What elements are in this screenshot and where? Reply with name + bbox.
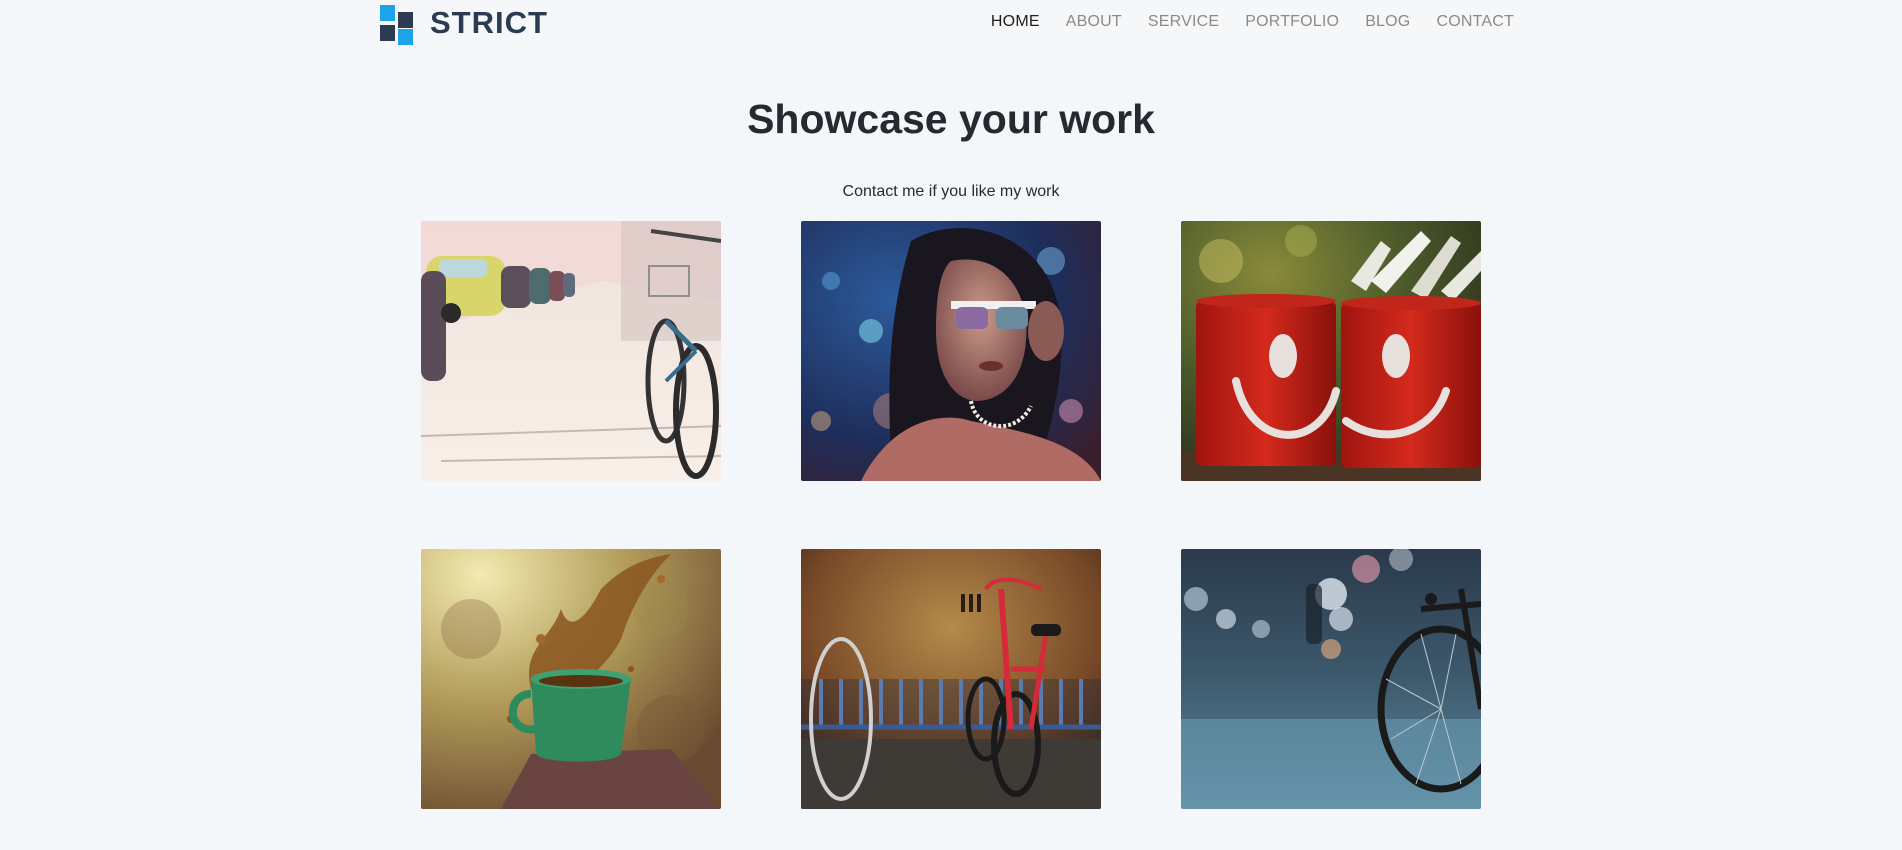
navbar: STRICT HOME ABOUT SERVICE PORTFOLIO BLOG… xyxy=(0,0,1902,48)
bicycle-street-photo xyxy=(421,221,721,481)
red-smiley-mugs-photo xyxy=(1181,221,1481,481)
page-title: Showcase your work xyxy=(747,96,1155,142)
gallery-item-bicycle-street[interactable] xyxy=(421,221,721,481)
brand-name: STRICT xyxy=(430,5,548,40)
nav-service-link[interactable]: SERVICE xyxy=(1135,13,1232,31)
nav-portfolio-link[interactable]: PORTFOLIO xyxy=(1232,13,1352,31)
gallery-item-red-bicycle[interactable] xyxy=(801,549,1101,809)
page-subtitle: Contact me if you like my work xyxy=(842,183,1060,200)
brand-logo-link[interactable]: STRICT xyxy=(380,4,548,45)
woman-sunglasses-photo xyxy=(801,221,1101,481)
nav-contact-link[interactable]: CONTACT xyxy=(1423,13,1514,31)
coffee-splash-mug-photo xyxy=(421,549,721,809)
main-menu: HOME ABOUT SERVICE PORTFOLIO BLOG CONTAC… xyxy=(978,13,1514,31)
gallery-item-bicycle-bokeh[interactable] xyxy=(1181,549,1481,809)
gallery-item-smiley-mugs[interactable] xyxy=(1181,221,1481,481)
gallery-item-woman-sunglasses[interactable] xyxy=(801,221,1101,481)
nav-home-link[interactable]: HOME xyxy=(978,13,1053,31)
gallery-item-coffee-splash[interactable] xyxy=(421,549,721,809)
bicycle-wheel-bokeh-photo xyxy=(1181,549,1481,809)
nav-blog-link[interactable]: BLOG xyxy=(1352,13,1423,31)
logo-squares-icon xyxy=(380,5,414,45)
nav-about-link[interactable]: ABOUT xyxy=(1053,13,1135,31)
red-bicycle-wall-photo xyxy=(801,549,1101,809)
